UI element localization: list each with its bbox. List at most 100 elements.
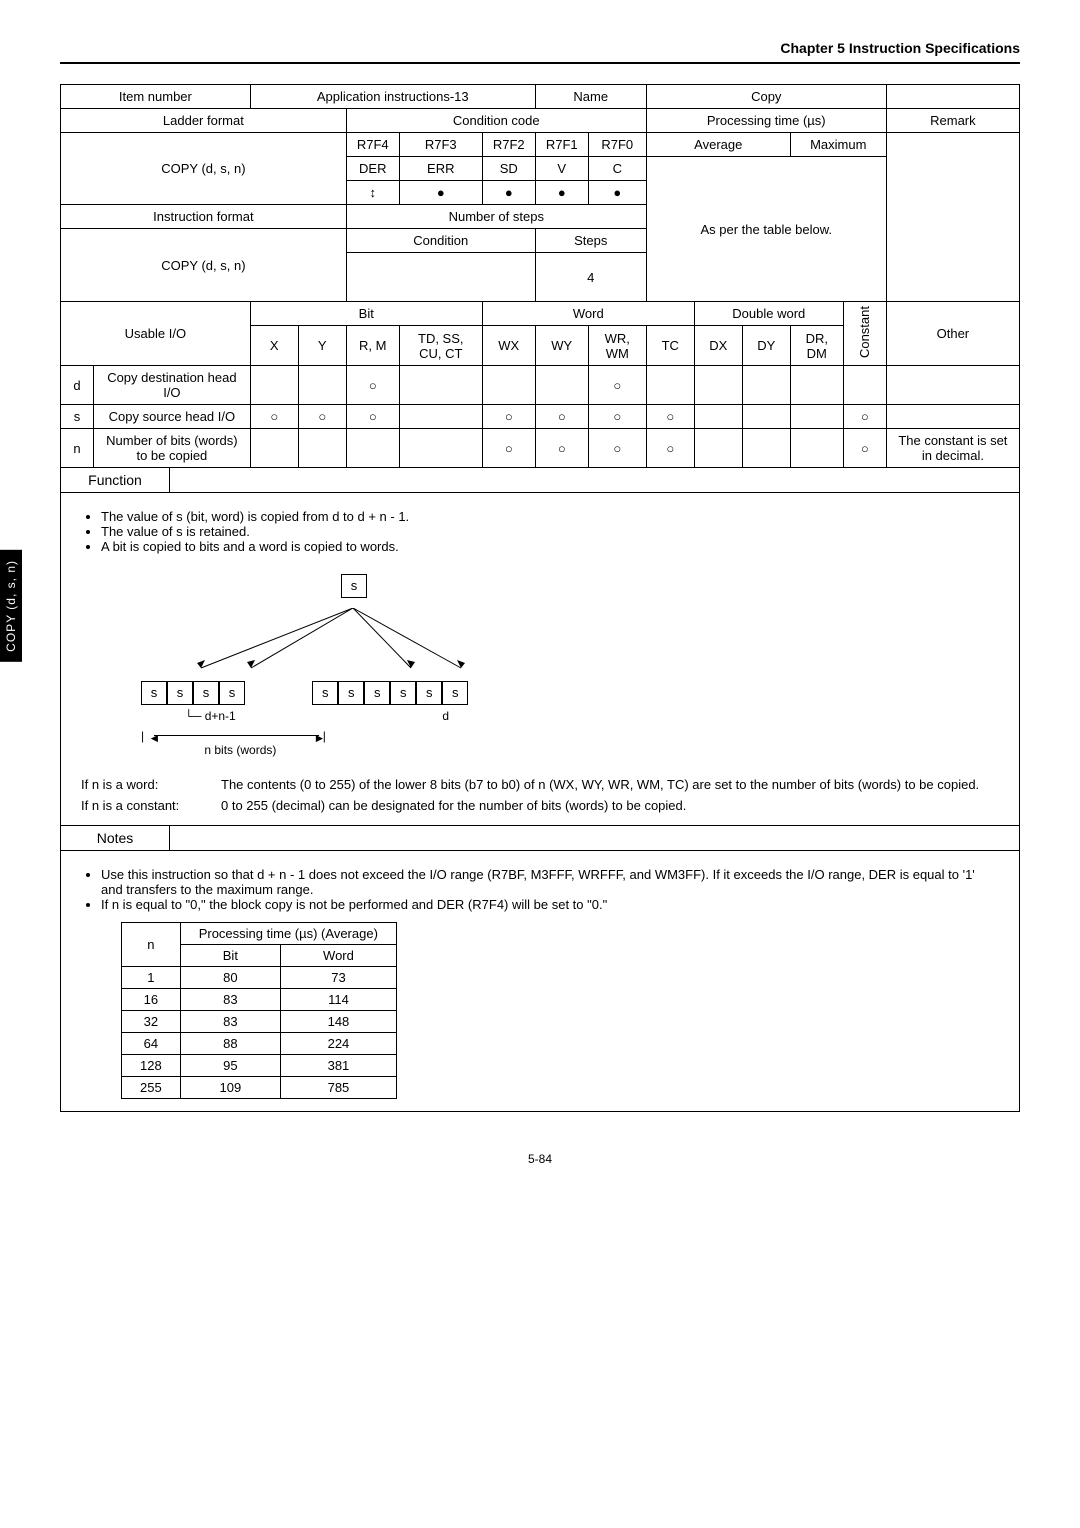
n-WRWM: ○ [588, 429, 646, 468]
page-number: 5-84 [60, 1152, 1020, 1166]
instr-format-value: COPY (d, s, n) [61, 229, 347, 302]
s-const: ○ [843, 405, 886, 429]
pt-n: n [122, 923, 181, 967]
proc-max: Maximum [790, 133, 886, 157]
func-bullet: The value of s (bit, word) is copied fro… [101, 509, 999, 524]
table-row: 18073 [122, 967, 397, 989]
cond-sym2 [399, 181, 482, 205]
cond-c5: R7F0 [588, 133, 646, 157]
io-DRDM: DR, DM [790, 326, 843, 366]
ladder-format-label: Ladder format [61, 109, 347, 133]
condition-empty [346, 253, 535, 302]
d-desc: Copy destination head I/O [94, 366, 251, 405]
n-WY: ○ [535, 429, 588, 468]
notes-label: Notes [60, 826, 170, 851]
n-desc: Number of bits (words) to be copied [94, 429, 251, 468]
io-WY: WY [535, 326, 588, 366]
io-Y: Y [298, 326, 346, 366]
chapter-header: Chapter 5 Instruction Specifications [60, 40, 1020, 64]
notes-list: Use this instruction so that d + n - 1 d… [101, 867, 999, 912]
item-number-label: Item number [61, 85, 251, 109]
table-row: 1683114 [122, 989, 397, 1011]
side-tab: COPY (d, s, n) [0, 550, 22, 662]
d-RM: ○ [346, 366, 399, 405]
s-TC: ○ [646, 405, 694, 429]
table-row: 6488224 [122, 1033, 397, 1055]
steps-label: Steps [535, 229, 646, 253]
instr-format-label: Instruction format [61, 205, 347, 229]
io-WRWM: WR, WM [588, 326, 646, 366]
table-row: 3283148 [122, 1011, 397, 1033]
cond-sym5 [588, 181, 646, 205]
func-bullet: The value of s is retained. [101, 524, 999, 539]
dword-header: Double word [694, 302, 843, 326]
io-TC: TC [646, 326, 694, 366]
io-TDSS: TD, SS, CU, CT [399, 326, 482, 366]
io-DX: DX [694, 326, 742, 366]
io-X: X [250, 326, 298, 366]
cond-r1c2: ERR [399, 157, 482, 181]
n-TC: ○ [646, 429, 694, 468]
s-label: s [61, 405, 94, 429]
s-desc: Copy source head I/O [94, 405, 251, 429]
n-WX: ○ [482, 429, 535, 468]
cond-c1: R7F4 [346, 133, 399, 157]
name-value: Copy [646, 85, 886, 109]
table-row: 12895381 [122, 1055, 397, 1077]
cond-r1c1: DER [346, 157, 399, 181]
cond-sym1 [346, 181, 399, 205]
steps-value: 4 [535, 253, 646, 302]
cond-c2: R7F3 [399, 133, 482, 157]
num-steps-label: Number of steps [346, 205, 646, 229]
cond-r1c5: C [588, 157, 646, 181]
proc-note: As per the table below. [646, 157, 886, 302]
s-WRWM: ○ [588, 405, 646, 429]
s-Y: ○ [298, 405, 346, 429]
table-row: 255109785 [122, 1077, 397, 1099]
func-bullet: A bit is copied to bits and a word is co… [101, 539, 999, 554]
if-const-text: 0 to 255 (decimal) can be designated for… [221, 798, 999, 813]
s-WX: ○ [482, 405, 535, 429]
proc-avg: Average [646, 133, 790, 157]
spec-table: Item number Application instructions-13 … [60, 84, 1020, 468]
condition-label: Condition [346, 229, 535, 253]
cond-r1c3: SD [482, 157, 535, 181]
processing-time-label: Processing time (µs) [646, 109, 886, 133]
cond-r1c4: V [535, 157, 588, 181]
if-const-label: If n is a constant: [81, 798, 221, 813]
remark-cell [886, 133, 1019, 302]
if-word-text: The contents (0 to 255) of the lower 8 b… [221, 777, 999, 792]
name-label: Name [535, 85, 646, 109]
io-RM: R, M [346, 326, 399, 366]
condition-code-label: Condition code [346, 109, 646, 133]
pt-bit: Bit [180, 945, 280, 967]
d-WRWM: ○ [588, 366, 646, 405]
remark-label: Remark [886, 109, 1019, 133]
pt-word: Word [281, 945, 397, 967]
function-label: Function [60, 468, 170, 493]
cond-c4: R7F1 [535, 133, 588, 157]
s-RM: ○ [346, 405, 399, 429]
bit-header: Bit [250, 302, 482, 326]
d-label: d [61, 366, 94, 405]
cond-sym3 [482, 181, 535, 205]
function-list: The value of s (bit, word) is copied fro… [101, 509, 999, 554]
cond-c3: R7F2 [482, 133, 535, 157]
diagram-arrows-icon [141, 608, 541, 678]
notes-bullet: If n is equal to "0," the block copy is … [101, 897, 999, 912]
s-WY: ○ [535, 405, 588, 429]
if-word-label: If n is a word: [81, 777, 221, 792]
ladder-value: COPY (d, s, n) [61, 133, 347, 205]
copy-diagram: s ssss ssssss [141, 574, 999, 757]
cond-sym4 [535, 181, 588, 205]
notes-bullet: Use this instruction so that d + n - 1 d… [101, 867, 999, 897]
word-header: Word [482, 302, 694, 326]
io-DY: DY [742, 326, 790, 366]
n-const: ○ [843, 429, 886, 468]
pt-title: Processing time (µs) (Average) [180, 923, 396, 945]
processing-time-table: n Processing time (µs) (Average) Bit Wor… [121, 922, 397, 1099]
other-header: Other [886, 302, 1019, 366]
s-X: ○ [250, 405, 298, 429]
const-header: Constant [843, 302, 886, 366]
item-number-value: Application instructions-13 [250, 85, 535, 109]
